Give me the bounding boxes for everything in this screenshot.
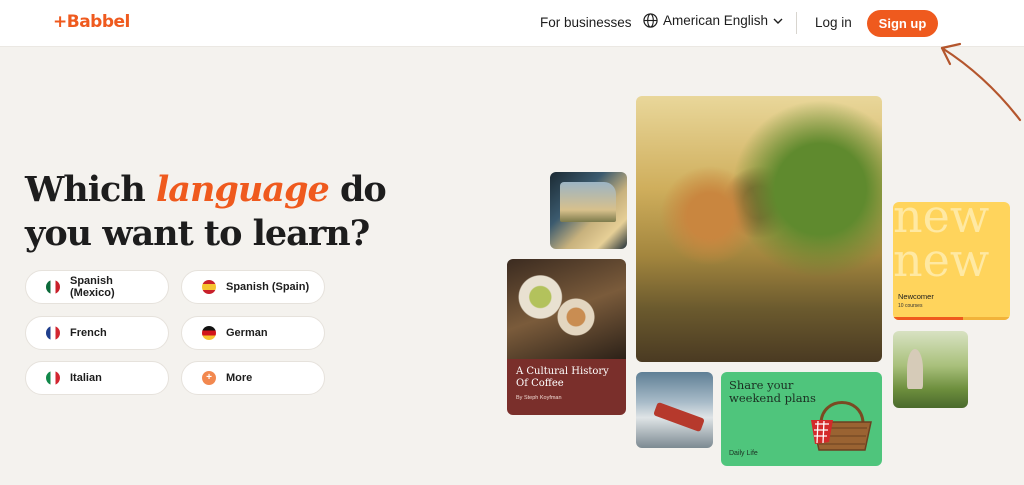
language-option-spanish-spain[interactable]: Spanish (Spain)	[181, 270, 325, 304]
newcomer-course-count: 10 courses	[898, 303, 923, 309]
newcomer-course-card[interactable]: new new Newcomer 10 courses	[893, 202, 1010, 320]
for-businesses-link[interactable]: For businesses	[540, 15, 632, 30]
plus-icon: +	[202, 371, 216, 385]
spain-flag-icon	[202, 280, 216, 294]
page-headline: Which language do you want to learn?	[25, 168, 387, 256]
car-window-photo	[550, 172, 627, 249]
babbel-logo[interactable]: +Babbel	[53, 12, 130, 32]
weekend-plans-card[interactable]: Share your weekend plans Daily Life	[721, 372, 882, 466]
airplane-window-photo	[636, 372, 713, 448]
language-label: American English	[663, 13, 769, 28]
language-label: Italian	[70, 372, 102, 384]
language-label: German	[226, 327, 268, 339]
language-option-more[interactable]: + More	[181, 361, 325, 395]
header-divider	[796, 12, 797, 34]
signup-button[interactable]: Sign up	[867, 10, 938, 37]
headline-text-3: you want to learn?	[25, 213, 370, 254]
garden-person-photo	[893, 331, 968, 408]
language-label: French	[70, 327, 107, 339]
germany-flag-icon	[202, 326, 216, 340]
picnic-basket-icon	[811, 401, 872, 451]
coffee-article-card[interactable]: A Cultural History Of Coffee By Steph Ko…	[507, 359, 626, 415]
friends-outdoor-photo	[636, 96, 882, 362]
newcomer-progress-fill	[893, 317, 964, 320]
chevron-down-icon	[773, 18, 783, 24]
newcomer-background-text: new new	[893, 202, 990, 287]
newcomer-progress-bar	[893, 317, 1010, 320]
header: +Babbel For businesses American English …	[0, 0, 1024, 47]
language-label: Spanish (Spain)	[226, 281, 310, 293]
coffee-article-title: A Cultural History Of Coffee	[516, 366, 609, 389]
globe-icon	[643, 13, 658, 28]
weekend-plans-title: Share your weekend plans	[729, 378, 816, 405]
headline-emphasis: language	[156, 169, 330, 210]
language-option-spanish-mexico[interactable]: Spanish (Mexico)	[25, 270, 169, 304]
mexico-flag-icon	[46, 280, 60, 294]
headline-text-2: do	[328, 169, 387, 210]
italy-flag-icon	[46, 371, 60, 385]
newcomer-title: Newcomer	[898, 292, 934, 301]
france-flag-icon	[46, 326, 60, 340]
coffee-article-author: By Steph Koyfman	[516, 395, 562, 401]
coffee-table-photo[interactable]	[507, 259, 626, 359]
language-option-german[interactable]: German	[181, 316, 325, 350]
weekend-plans-tag: Daily Life	[729, 450, 758, 457]
language-selector[interactable]: American English	[643, 13, 783, 28]
language-label: Spanish (Mexico)	[70, 275, 115, 299]
hand-drawn-arrow-icon	[940, 42, 1022, 122]
login-link[interactable]: Log in	[815, 15, 852, 30]
language-option-italian[interactable]: Italian	[25, 361, 169, 395]
language-option-french[interactable]: French	[25, 316, 169, 350]
language-label: More	[226, 372, 253, 384]
headline-text-1: Which	[25, 169, 156, 210]
